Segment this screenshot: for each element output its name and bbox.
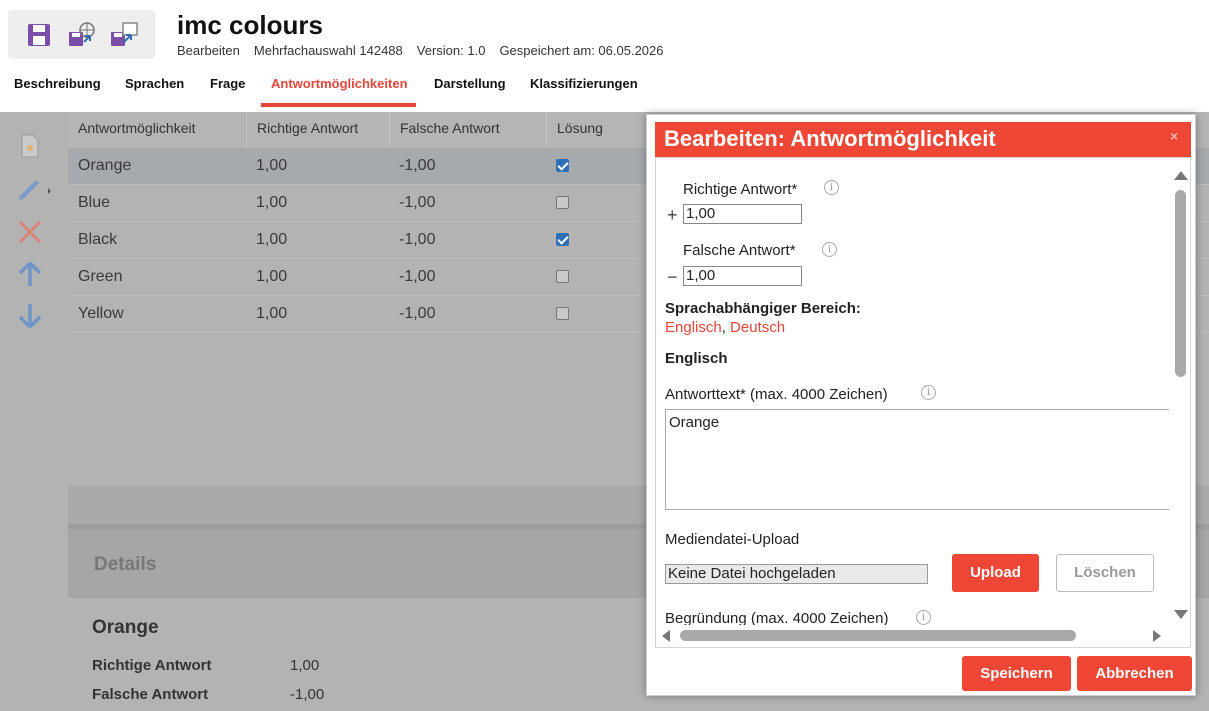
- cell-answer: Orange: [78, 157, 132, 174]
- scroll-up-icon[interactable]: [1174, 171, 1188, 180]
- solution-checkbox[interactable]: [556, 233, 569, 246]
- upload-button[interactable]: Upload: [952, 554, 1039, 592]
- cell-answer: Black: [78, 231, 118, 248]
- info-icon[interactable]: i: [921, 385, 936, 400]
- horizontal-scroll-thumb[interactable]: [680, 630, 1076, 641]
- column-header-correct[interactable]: Richtige Antwort: [247, 112, 390, 148]
- page-title: imc colours: [177, 10, 323, 40]
- wrong-answer-input[interactable]: 1,00: [683, 266, 802, 286]
- details-value: 1,00: [290, 657, 320, 674]
- meta-mode: Bearbeiten: [177, 43, 240, 58]
- details-value: -1,00: [290, 686, 325, 703]
- details-title: Details: [94, 554, 157, 575]
- page-meta: Bearbeiten Mehrfachauswahl 142488 Version:…: [177, 43, 678, 58]
- delete-file-button[interactable]: Löschen: [1056, 554, 1154, 592]
- tab-antwortmoeglichkeiten[interactable]: Antwortmöglichkeiten: [271, 76, 408, 91]
- minus-icon: −: [667, 267, 678, 287]
- save-as-icon[interactable]: [108, 20, 140, 52]
- solution-checkbox[interactable]: [556, 159, 569, 172]
- language-link-deutsch[interactable]: Deutsch: [730, 319, 785, 336]
- delete-icon[interactable]: [16, 218, 44, 246]
- details-answer-name: Orange: [92, 617, 159, 638]
- language-separator: ,: [721, 319, 726, 336]
- edit-icon[interactable]: [16, 174, 51, 202]
- current-language-heading: Englisch: [665, 350, 728, 367]
- tab-darstellung[interactable]: Darstellung: [434, 76, 506, 91]
- cell-wrong: -1,00: [399, 231, 436, 248]
- save-publish-icon[interactable]: [66, 20, 98, 52]
- cell-correct: 1,00: [256, 268, 288, 285]
- save-icon[interactable]: [24, 20, 56, 52]
- close-icon[interactable]: ×: [1170, 128, 1178, 144]
- language-links: Englisch, Deutsch: [665, 319, 785, 336]
- reason-label: Begründung (max. 4000 Zeichen): [665, 610, 889, 625]
- cell-wrong: -1,00: [399, 305, 436, 322]
- active-tab-indicator: [261, 103, 416, 107]
- move-up-icon[interactable]: [16, 260, 44, 288]
- cell-correct: 1,00: [256, 231, 288, 248]
- cancel-button[interactable]: Abbrechen: [1077, 656, 1192, 691]
- cell-correct: 1,00: [256, 194, 288, 211]
- correct-answer-label: Richtige Antwort*: [683, 181, 798, 198]
- column-header-wrong[interactable]: Falsche Antwort: [390, 112, 547, 148]
- column-header-answer[interactable]: Antwortmöglichkeit: [68, 112, 247, 148]
- cell-correct: 1,00: [256, 157, 288, 174]
- tab-klassifizierungen[interactable]: Klassifizierungen: [530, 76, 638, 91]
- cell-answer: Blue: [78, 194, 111, 211]
- action-sidebar: [0, 112, 68, 711]
- solution-checkbox[interactable]: [556, 307, 569, 320]
- meta-type: Mehrfachauswahl 142488: [253, 43, 403, 58]
- plus-icon: +: [667, 205, 678, 225]
- solution-checkbox[interactable]: [556, 270, 569, 283]
- details-label: Falsche Antwort: [92, 686, 209, 703]
- answer-text-label: Antworttext* (max. 4000 Zeichen): [665, 386, 888, 403]
- tab-frage[interactable]: Frage: [210, 76, 245, 91]
- scroll-down-icon[interactable]: [1174, 610, 1188, 619]
- info-icon[interactable]: i: [822, 242, 837, 257]
- cell-answer: Green: [78, 268, 123, 285]
- save-button[interactable]: Speichern: [962, 656, 1071, 691]
- info-icon[interactable]: i: [824, 180, 839, 195]
- cell-answer: Yellow: [78, 305, 124, 322]
- cell-wrong: -1,00: [399, 194, 436, 211]
- meta-version: Version: 1.0: [416, 43, 486, 58]
- language-section-label: Sprachabhängiger Bereich:: [665, 300, 861, 317]
- details-label: Richtige Antwort: [92, 657, 212, 674]
- dialog-title: Bearbeiten: Antwortmöglichkeit: [664, 126, 996, 151]
- media-file-field: Keine Datei hochgeladen: [665, 564, 928, 584]
- solution-checkbox[interactable]: [556, 196, 569, 209]
- cell-wrong: -1,00: [399, 157, 436, 174]
- language-link-englisch[interactable]: Englisch: [665, 319, 722, 336]
- cell-wrong: -1,00: [399, 268, 436, 285]
- answer-text-area[interactable]: Orange: [665, 409, 1169, 510]
- wrong-answer-label: Falsche Antwort*: [683, 242, 796, 259]
- info-icon[interactable]: i: [916, 610, 931, 625]
- meta-saved: Gespeichert am: 06.05.2026: [499, 43, 664, 58]
- tab-bar: Beschreibung Sprachen Frage Antwortmögli…: [0, 76, 700, 108]
- new-icon[interactable]: [16, 132, 44, 160]
- cell-correct: 1,00: [256, 305, 288, 322]
- vertical-scroll-thumb[interactable]: [1175, 190, 1186, 377]
- toolbar: [8, 10, 155, 59]
- tab-beschreibung[interactable]: Beschreibung: [14, 76, 101, 91]
- media-upload-label: Mediendatei-Upload: [665, 531, 800, 548]
- scroll-right-icon[interactable]: [1153, 630, 1161, 642]
- scroll-left-icon[interactable]: [662, 630, 670, 642]
- move-down-icon[interactable]: [16, 302, 44, 330]
- tab-sprachen[interactable]: Sprachen: [125, 76, 184, 91]
- column-header-solution[interactable]: Lösung: [547, 112, 657, 148]
- correct-answer-input[interactable]: 1,00: [683, 204, 802, 224]
